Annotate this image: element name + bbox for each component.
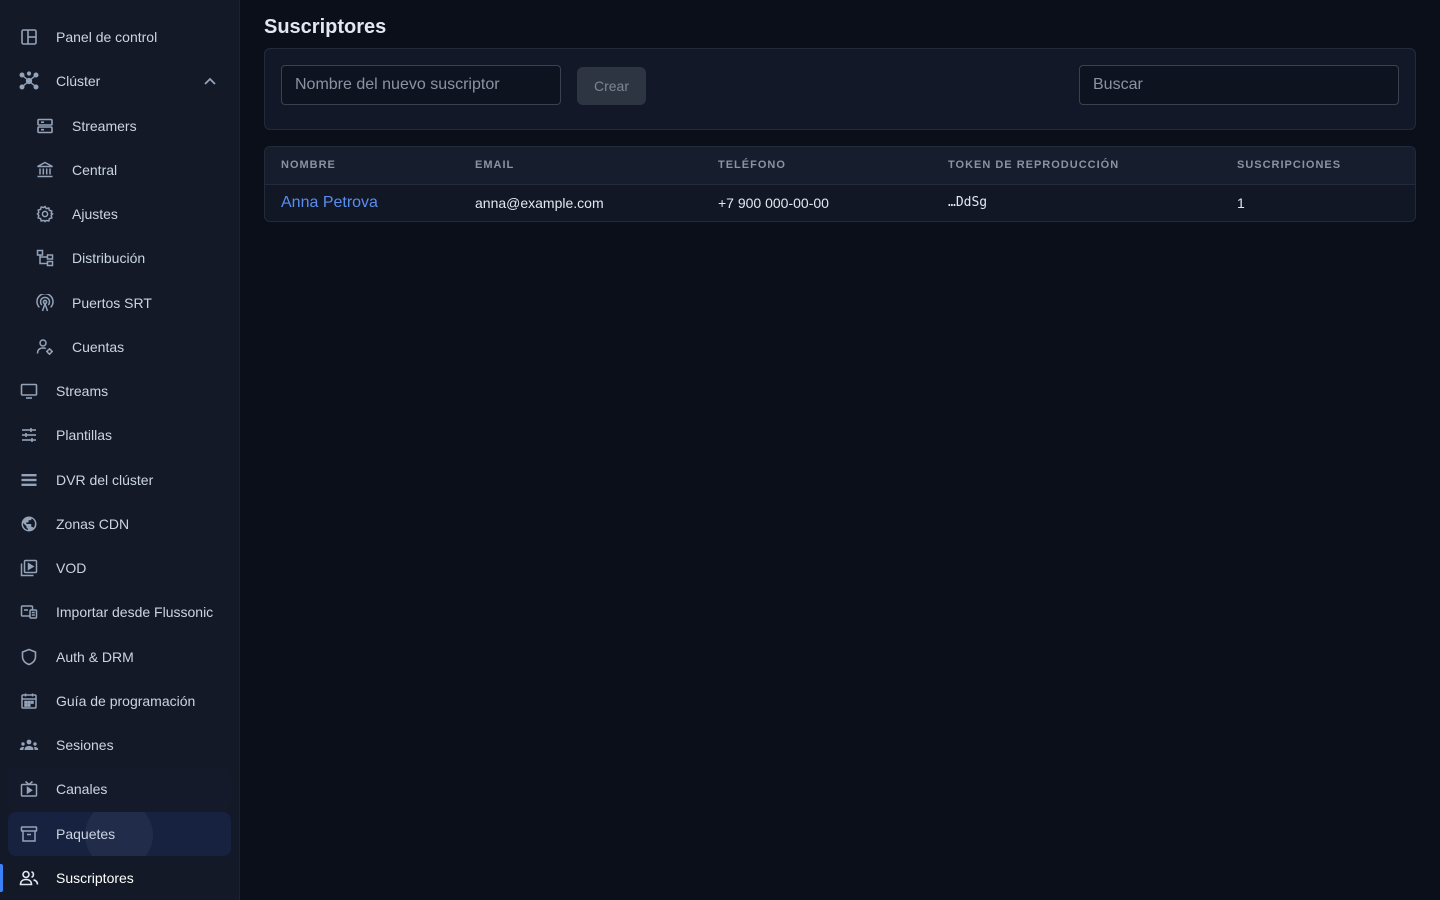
dashboard-icon	[19, 27, 39, 47]
sidebar-item-label: Importar desde Flussonic	[56, 604, 214, 620]
sidebar-item-paquetes[interactable]: Paquetes	[8, 812, 231, 856]
shield-icon	[19, 647, 39, 667]
sidebar-item-label: Streamers	[72, 118, 137, 134]
sidebar-item-zonas-cdn[interactable]: Zonas CDN	[8, 502, 231, 546]
sidebar-item-label: Zonas CDN	[56, 516, 130, 532]
sidebar-item-label: Puertos SRT	[72, 295, 152, 311]
column-header-email[interactable]: EMAIL	[459, 147, 702, 185]
antenna-icon	[35, 293, 55, 313]
sidebar-item-cuentas[interactable]: Cuentas	[8, 325, 231, 369]
column-header-nombre[interactable]: NOMBRE	[265, 147, 459, 185]
cell-name: Anna Petrova	[265, 184, 459, 221]
list-icon	[19, 470, 39, 490]
people-icon	[19, 868, 39, 888]
sidebar-item-distribucion[interactable]: Distribución	[8, 236, 231, 280]
sidebar-item-label: Panel de control	[56, 29, 158, 45]
sidebar-item-label: Canales	[56, 781, 108, 797]
sidebar-item-ajustes[interactable]: Ajustes	[8, 192, 231, 236]
sidebar-item-label: DVR del clúster	[56, 472, 154, 488]
search-input[interactable]	[1079, 65, 1399, 105]
sidebar-item-label: Clúster	[56, 73, 101, 89]
sidebar-item-puertos-srt[interactable]: Puertos SRT	[8, 281, 231, 325]
chevron-up-icon[interactable]	[203, 74, 217, 88]
sidebar-item-plantillas[interactable]: Plantillas	[8, 413, 231, 457]
cluster-icon	[19, 71, 39, 91]
active-indicator	[0, 864, 3, 892]
sidebar: Panel de control Clúster Streamers Centr…	[0, 0, 240, 900]
subscribers-table: NOMBRE EMAIL TELÉFONO TOKEN DE REPRODUCC…	[264, 146, 1416, 222]
sidebar-item-label: Guía de programación	[56, 693, 196, 709]
sidebar-item-label: VOD	[56, 560, 87, 576]
cell-token: …DdSg	[932, 184, 1221, 221]
column-header-token[interactable]: TOKEN DE REPRODUCCIÓN	[932, 147, 1221, 185]
column-header-suscripciones[interactable]: SUSCRIPCIONES	[1221, 147, 1415, 185]
page-title: Suscriptores	[264, 16, 387, 38]
sidebar-item-suscriptores[interactable]: Suscriptores	[8, 856, 231, 900]
tv-icon	[19, 779, 39, 799]
sidebar-item-label: Distribución	[72, 250, 146, 266]
cell-phone: +7 900 000-00-00	[702, 184, 932, 221]
monitor-icon	[19, 381, 39, 401]
main-content: Suscriptores Crear NOMBRE EMAIL TELÉFONO…	[240, 0, 1440, 900]
sidebar-item-label: Central	[72, 162, 118, 178]
sidebar-item-label: Suscriptores	[56, 870, 134, 886]
cell-email: anna@example.com	[459, 184, 702, 221]
sidebar-item-guia-programacion[interactable]: Guía de programación	[8, 679, 231, 723]
groups-icon	[19, 735, 39, 755]
sidebar-item-streamers[interactable]: Streamers	[8, 104, 231, 148]
server-icon	[35, 116, 55, 136]
import-icon	[19, 602, 39, 622]
sidebar-item-central[interactable]: Central	[8, 148, 231, 192]
sidebar-item-label: Auth & DRM	[56, 649, 134, 665]
table-header-row: NOMBRE EMAIL TELÉFONO TOKEN DE REPRODUCC…	[265, 147, 1415, 185]
video-library-icon	[19, 558, 39, 578]
sidebar-item-auth-drm[interactable]: Auth & DRM	[8, 635, 231, 679]
sidebar-item-label: Streams	[56, 383, 109, 399]
bank-icon	[35, 160, 55, 180]
sidebar-item-canales[interactable]: Canales	[8, 767, 231, 811]
globe-icon	[19, 514, 39, 534]
column-header-telefono[interactable]: TELÉFONO	[702, 147, 932, 185]
sidebar-item-sesiones[interactable]: Sesiones	[8, 723, 231, 767]
gear-icon	[35, 204, 55, 224]
sidebar-item-label: Paquetes	[56, 826, 116, 842]
sidebar-item-label: Sesiones	[56, 737, 114, 753]
sidebar-item-cluster[interactable]: Clúster	[8, 59, 231, 103]
sidebar-item-vod[interactable]: VOD	[8, 546, 231, 590]
sidebar-item-importar[interactable]: Importar desde Flussonic	[8, 590, 231, 634]
new-subscriber-input[interactable]	[281, 65, 561, 105]
sidebar-item-panel-de-control[interactable]: Panel de control	[8, 15, 231, 59]
calendar-icon	[19, 691, 39, 711]
cell-subscriptions: 1	[1221, 184, 1415, 221]
sidebar-item-streams[interactable]: Streams	[8, 369, 231, 413]
create-toolbar: Crear	[264, 48, 1416, 130]
sliders-icon	[19, 425, 39, 445]
distribution-icon	[35, 248, 55, 268]
sidebar-item-label: Ajustes	[72, 206, 118, 222]
archive-icon	[19, 824, 39, 844]
user-settings-icon	[35, 337, 55, 357]
sidebar-item-dvr-del-cluster[interactable]: DVR del clúster	[8, 458, 231, 502]
sidebar-item-label: Plantillas	[56, 427, 113, 443]
sidebar-item-label: Cuentas	[72, 339, 125, 355]
table-row[interactable]: Anna Petrova anna@example.com +7 900 000…	[265, 184, 1415, 221]
subscriber-name-link[interactable]: Anna Petrova	[281, 194, 378, 211]
create-button[interactable]: Crear	[577, 67, 646, 105]
